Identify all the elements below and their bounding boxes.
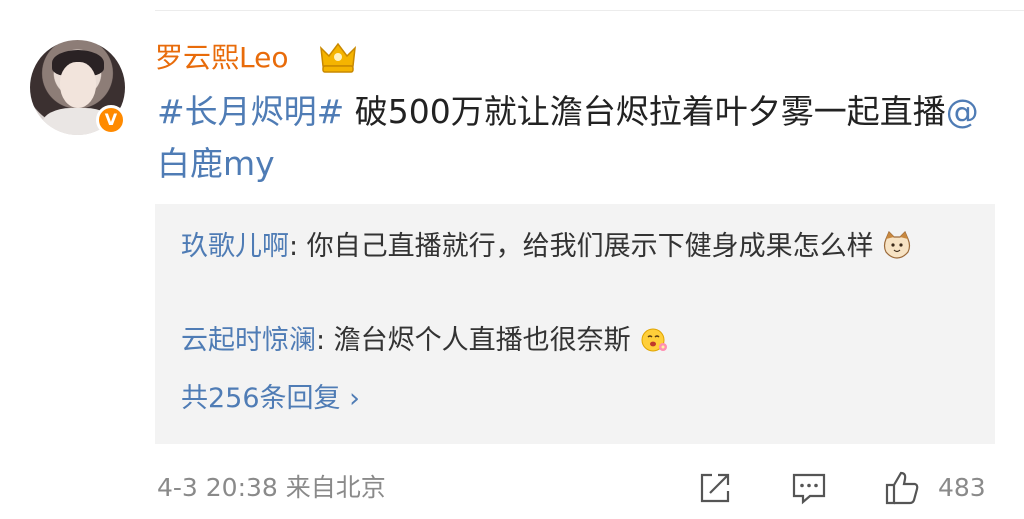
top-divider [155,10,1024,11]
comment-button[interactable] [790,466,830,510]
verified-badge-icon: V [96,105,126,135]
post-body-text: 破500万就让澹台烬拉着叶夕雾一起直播 [344,92,946,131]
post-text: #长月烬明# 破500万就让澹台烬拉着叶夕雾一起直播@白鹿my [157,86,1002,190]
username[interactable]: 罗云熙Leo [155,40,288,76]
more-replies-link[interactable]: 共256条回复 › [181,376,360,422]
avatar-face [60,62,96,108]
reply-item: 云起时惊澜: 澹台烬个人直播也很奈斯 [181,318,669,364]
smiling-face-with-flower-emoji-icon [641,328,668,352]
thumbs-up-icon [885,471,919,505]
reply-text: : 你自己直播就行，给我们展示下健身成果怎么样 [289,231,874,262]
reply-text: : 澹台烬个人直播也很奈斯 [316,325,631,356]
share-icon [700,473,730,503]
comment-icon [792,473,826,505]
share-button[interactable] [696,466,736,510]
post-timestamp: 4-3 20:38 来自北京 [157,473,386,502]
reply-author[interactable]: 玖歌儿啊 [181,231,289,262]
reply-item: 玖歌儿啊: 你自己直播就行，给我们展示下健身成果怎么样 [181,224,971,270]
like-count: 483 [938,473,986,502]
like-button[interactable] [883,466,923,510]
cat-face-emoji-icon [884,231,911,259]
reply-author[interactable]: 云起时惊澜 [181,325,316,356]
hashtag-link[interactable]: #长月烬明# [157,92,344,131]
crown-badge-icon [320,42,356,73]
